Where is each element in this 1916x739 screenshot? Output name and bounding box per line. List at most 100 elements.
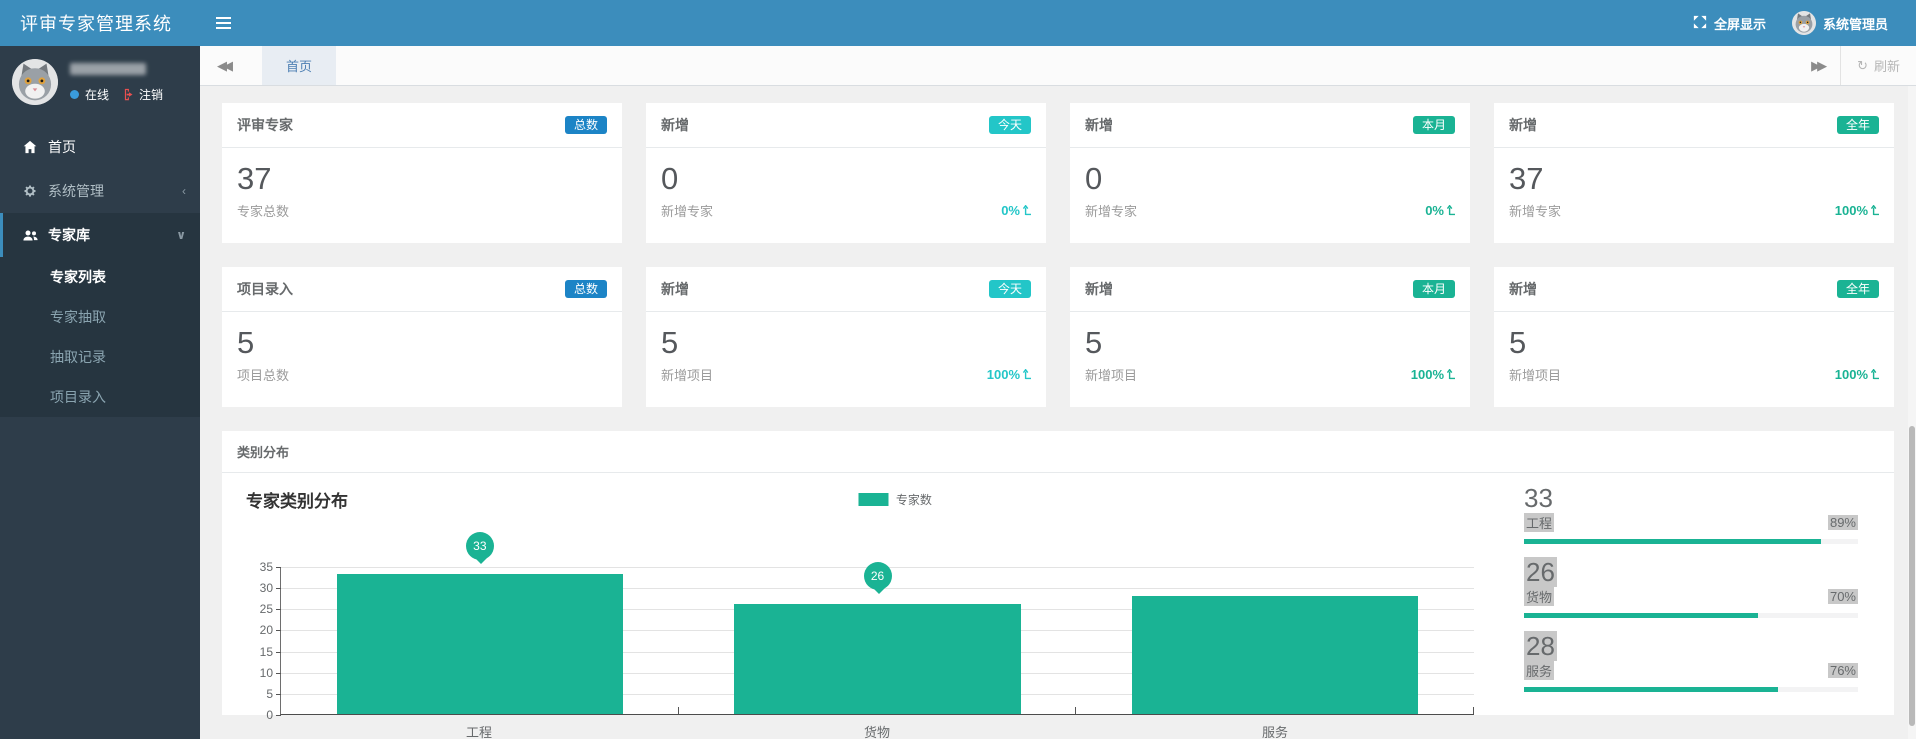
y-axis-tick: 5	[266, 687, 273, 701]
category-stat: 28服务76%	[1524, 631, 1858, 692]
chart-title: 专家类别分布	[246, 492, 348, 511]
category-panel: 类别分布 专家类别分布 专家数 051015202530353326 33工程8…	[222, 431, 1894, 739]
card-label: 新增项目	[1085, 365, 1137, 384]
scrollbar-thumb[interactable]	[1909, 426, 1915, 726]
logout-icon	[120, 88, 133, 101]
card-label: 新增项目	[1509, 365, 1561, 384]
card-value: 5	[1509, 324, 1879, 362]
sidebar-item-draw-records[interactable]: 抽取记录	[0, 337, 200, 377]
card-percent: 100%	[1835, 367, 1879, 382]
chart-plot-area: 051015202530353326	[280, 567, 1474, 715]
stat-label: 货物	[1524, 587, 1554, 606]
y-axis-tick: 25	[260, 602, 273, 616]
card-percent: 0%	[1425, 203, 1455, 218]
bar-chart: 专家类别分布 专家数 051015202530353326	[222, 473, 1514, 715]
card-label: 新增专家	[1509, 201, 1561, 220]
progress-bar	[1524, 687, 1858, 692]
stat-percent: 70%	[1828, 589, 1858, 604]
stat-percent: 89%	[1828, 515, 1858, 530]
card-title: 新增	[1509, 279, 1537, 299]
stat-percent: 76%	[1828, 663, 1858, 678]
bar-value-marker: 26	[864, 562, 892, 590]
sidebar-item-home[interactable]: 首页	[0, 125, 200, 169]
card-label: 新增专家	[1085, 201, 1137, 220]
card-badge: 本月	[1413, 280, 1455, 298]
card-title: 新增	[1509, 115, 1537, 135]
page-content: 评审专家总数37专家总数新增今天0新增专家0%新增本月0新增专家0%新增全年37…	[200, 87, 1916, 739]
username-redacted	[70, 63, 146, 75]
stat-card: 新增本月0新增专家0%	[1070, 103, 1470, 243]
card-label: 新增项目	[661, 365, 713, 384]
y-axis-tick: 35	[260, 560, 273, 574]
card-value: 37	[1509, 160, 1879, 198]
chevron-down-icon: ∨	[176, 228, 186, 242]
stat-card: 新增全年5新增项目100%	[1494, 267, 1894, 407]
refresh-button[interactable]: ↻ 刷新	[1840, 46, 1916, 85]
x-axis-labels: 工程货物服务	[222, 715, 1894, 739]
x-axis-label: 服务	[1076, 722, 1474, 739]
sidebar-item-expert-draw[interactable]: 专家抽取	[0, 297, 200, 337]
category-stat: 26货物 70%	[1524, 557, 1858, 618]
sidebar: 在线 注销 首页 系统管理 ‹	[0, 46, 200, 739]
progress-bar	[1524, 539, 1858, 544]
stat-card: 新增本月5新增项目100%	[1070, 267, 1470, 407]
bar-货物	[734, 604, 1020, 714]
card-label: 新增专家	[661, 201, 713, 220]
sidebar-item-project-entry[interactable]: 项目录入	[0, 377, 200, 417]
y-axis-tick: 30	[260, 581, 273, 595]
tab-home[interactable]: 首页	[262, 46, 336, 85]
x-axis-label: 工程	[280, 722, 678, 739]
legend-swatch	[859, 493, 889, 506]
x-axis-label: 货物	[678, 722, 1076, 739]
stat-card: 新增全年37新增专家100%	[1494, 103, 1894, 243]
card-value: 5	[1085, 324, 1455, 362]
bar-value-marker: 33	[466, 532, 494, 560]
panel-title: 类别分布	[222, 431, 1894, 473]
card-label: 专家总数	[237, 201, 289, 220]
stat-cards-grid: 评审专家总数37专家总数新增今天0新增专家0%新增本月0新增专家0%新增全年37…	[222, 103, 1894, 407]
category-summary: 33工程89% 26货物 70% 28服务76%	[1514, 473, 1894, 715]
card-title: 新增	[661, 115, 689, 135]
online-status-label: 在线	[85, 86, 109, 103]
card-badge: 总数	[565, 116, 607, 134]
stat-value: 33	[1524, 483, 1553, 513]
sidebar-toggle-button[interactable]	[200, 0, 246, 46]
tabs-scroll-left-button[interactable]: ◀◀	[200, 46, 246, 85]
card-title: 新增	[1085, 115, 1113, 135]
app-title: 评审专家管理系统	[0, 0, 200, 46]
card-label: 项目总数	[237, 365, 289, 384]
refresh-icon: ↻	[1857, 58, 1868, 74]
sidebar-item-expert-list[interactable]: 专家列表	[0, 257, 200, 297]
users-icon	[21, 229, 39, 242]
card-badge: 全年	[1837, 116, 1879, 134]
card-title: 新增	[1085, 279, 1113, 299]
sidebar-item-expert-library[interactable]: 专家库 ∨	[0, 213, 200, 257]
tabs-scroll-right-button[interactable]: ▶▶	[1794, 46, 1840, 85]
stat-card: 项目录入 总数 5 项目总数	[222, 267, 622, 407]
card-badge: 总数	[565, 280, 607, 298]
fullscreen-button[interactable]: 全屏显示	[1693, 14, 1766, 33]
fullscreen-icon	[1693, 15, 1707, 32]
logout-link[interactable]: 注销	[139, 86, 163, 103]
avatar	[12, 59, 58, 105]
user-menu[interactable]: 系统管理员	[1792, 11, 1888, 35]
bar-服务	[1132, 596, 1418, 714]
avatar	[1792, 11, 1816, 35]
vertical-scrollbar[interactable]	[1908, 86, 1916, 739]
card-badge: 本月	[1413, 116, 1455, 134]
card-percent: 100%	[987, 367, 1031, 382]
tab-bar: ◀◀ 首页 ▶▶ ↻ 刷新	[200, 46, 1916, 86]
card-title: 项目录入	[237, 279, 293, 299]
category-stat: 33工程89%	[1524, 483, 1858, 544]
top-header: 评审专家管理系统 全屏显示 系统管理员	[0, 0, 1916, 46]
stat-value: 26	[1524, 557, 1557, 587]
sidebar-item-system-admin[interactable]: 系统管理 ‹	[0, 169, 200, 213]
card-value: 37	[237, 160, 607, 198]
card-value: 5	[237, 324, 607, 362]
card-badge: 今天	[989, 116, 1031, 134]
card-value: 5	[661, 324, 1031, 362]
main-area: ◀◀ 首页 ▶▶ ↻ 刷新 评审专家总数37专家总数新增今天0新增专家0%新增本…	[200, 46, 1916, 739]
gear-icon	[21, 184, 39, 198]
card-title: 评审专家	[237, 115, 293, 135]
y-axis-tick: 20	[260, 623, 273, 637]
